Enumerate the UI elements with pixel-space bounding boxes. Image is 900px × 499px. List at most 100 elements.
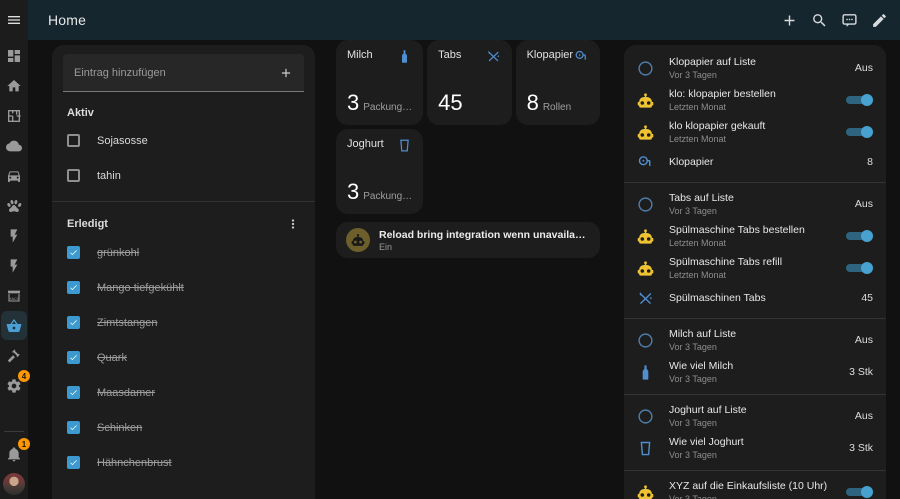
toggle-thumb <box>861 126 873 138</box>
menu-button[interactable] <box>0 0 28 40</box>
sidebar-item-view-dashboard[interactable] <box>1 41 27 70</box>
stat-card-joghurt[interactable]: Joghurt3Packung… <box>336 129 423 214</box>
stat-title: Klopapier <box>527 49 573 61</box>
entity-secondary: Letzten Monat <box>669 270 838 280</box>
item-label: Maasdamer <box>97 387 155 399</box>
list-item[interactable]: grünkohl <box>52 235 315 270</box>
sidebar-item-hammer[interactable] <box>1 341 27 370</box>
add-item-input[interactable] <box>74 67 279 79</box>
sidebar-divider <box>4 431 24 432</box>
checkbox-checked[interactable] <box>67 351 80 364</box>
checkbox-checked[interactable] <box>67 421 80 434</box>
entity-texts: Tabs auf ListeVor 3 Tagen <box>669 192 847 216</box>
toggle-switch[interactable] <box>846 126 873 139</box>
list-item[interactable]: Maasdamer <box>52 375 315 410</box>
cup-icon <box>397 138 412 153</box>
toggle-switch[interactable] <box>846 94 873 107</box>
toggle-switch[interactable] <box>846 262 873 275</box>
entity-row[interactable]: Tabs auf ListeVor 3 TagenAus <box>624 188 886 220</box>
entity-row[interactable]: XYZ auf die Einkaufsliste (10 Uhr)Vor 3 … <box>624 476 886 499</box>
toggle-switch[interactable] <box>846 230 873 243</box>
done-header-label: Erledigt <box>67 218 108 230</box>
list-item[interactable]: tahin <box>52 158 315 193</box>
pencil-icon <box>871 12 888 29</box>
entity-row[interactable]: Spülmaschinen Tabs45 <box>624 284 886 312</box>
flash-icon <box>6 258 22 274</box>
checkbox-checked[interactable] <box>67 246 80 259</box>
active-items-list: Sojasosse tahin <box>52 123 315 193</box>
assist-button[interactable] <box>841 12 858 29</box>
entity-texts: Milch auf ListeVor 3 Tagen <box>669 328 847 352</box>
stat-card-milch[interactable]: Milch3Packung… <box>336 40 423 125</box>
list-item[interactable]: Zimtstangen <box>52 305 315 340</box>
item-label: Sojasosse <box>97 135 148 147</box>
entity-secondary: Vor 3 Tagen <box>669 418 847 428</box>
sidebar-item-hacs[interactable]: HACS <box>1 281 27 310</box>
entity-row[interactable]: klo klopapier gekauftLetzten Monat <box>624 116 886 148</box>
entity-row[interactable]: Wie viel JoghurtVor 3 Tagen3 Stk <box>624 432 886 464</box>
search-button[interactable] <box>811 12 828 29</box>
checkbox-unchecked[interactable] <box>67 169 80 182</box>
automation-row-card[interactable]: Reload bring integration wenn unavailabl… <box>336 222 600 258</box>
sidebar-item-cog[interactable]: 4 <box>1 371 27 400</box>
sidebar-item-basket[interactable] <box>1 311 27 340</box>
entity-row[interactable]: klo: klopapier bestellenLetzten Monat <box>624 84 886 116</box>
done-menu-button[interactable] <box>286 217 300 231</box>
sidebar-item-bell[interactable]: 1 <box>1 439 27 468</box>
floor-plan-icon <box>6 108 22 124</box>
sidebar-item-avatar[interactable] <box>1 469 27 498</box>
entity-row[interactable]: Spülmaschine Tabs refillLetzten Monat <box>624 252 886 284</box>
sidebar-item-floor-plan[interactable] <box>1 101 27 130</box>
circle-outline-icon <box>637 408 654 425</box>
edit-button[interactable] <box>871 12 888 29</box>
add-button[interactable] <box>781 12 798 29</box>
add-item-button[interactable] <box>279 66 293 80</box>
stat-value: 8 <box>527 90 539 116</box>
entity-secondary: Letzten Monat <box>669 134 838 144</box>
entity-row[interactable]: Klopapier8 <box>624 148 886 176</box>
bottle-icon <box>397 49 412 64</box>
sidebar-item-paw[interactable] <box>1 191 27 220</box>
checkbox-checked[interactable] <box>67 281 80 294</box>
sidebar-item-home[interactable] <box>1 71 27 100</box>
sidebar-item-flash[interactable] <box>1 251 27 280</box>
entity-name: Spülmaschine Tabs bestellen <box>669 224 838 236</box>
item-label: grünkohl <box>97 247 139 259</box>
list-item[interactable]: Quark <box>52 340 315 375</box>
entity-row[interactable]: Joghurt auf ListeVor 3 TagenAus <box>624 400 886 432</box>
sidebar-item-flash[interactable] <box>1 221 27 250</box>
home-icon <box>6 78 22 94</box>
stat-card-header: Klopapier <box>527 49 589 64</box>
entity-group: Tabs auf ListeVor 3 TagenAusSpülmaschine… <box>624 182 886 312</box>
checkbox-checked[interactable] <box>67 456 80 469</box>
entity-row[interactable]: Klopapier auf ListeVor 3 TagenAus <box>624 52 886 84</box>
entity-secondary: Vor 3 Tagen <box>669 374 841 384</box>
stat-card-klopapier[interactable]: Klopapier8Rollen <box>516 40 600 125</box>
assist-icon <box>841 12 858 29</box>
list-item[interactable]: Sojasosse <box>52 123 315 158</box>
list-item[interactable]: Mango tiefgekühlt <box>52 270 315 305</box>
entity-secondary: Letzten Monat <box>669 102 838 112</box>
list-item[interactable]: Hähnchenbrust <box>52 445 315 480</box>
entity-row[interactable]: Milch auf ListeVor 3 TagenAus <box>624 324 886 356</box>
entity-row[interactable]: Spülmaschine Tabs bestellenLetzten Monat <box>624 220 886 252</box>
user-avatar <box>3 473 25 495</box>
entity-row[interactable]: Wie viel MilchVor 3 Tagen3 Stk <box>624 356 886 388</box>
entity-state: Aus <box>855 410 873 422</box>
sidebar-item-cloud[interactable] <box>1 131 27 160</box>
checkbox-checked[interactable] <box>67 316 80 329</box>
checkbox-checked[interactable] <box>67 386 80 399</box>
sidebar-item-car[interactable] <box>1 161 27 190</box>
entity-state: 8 <box>867 156 873 168</box>
entity-texts: XYZ auf die Einkaufsliste (10 Uhr)Vor 3 … <box>669 480 838 499</box>
list-item[interactable]: Schinken <box>52 410 315 445</box>
stat-card-header: Tabs <box>438 49 500 64</box>
stat-card-tabs[interactable]: Tabs45 <box>427 40 511 125</box>
entity-name: Wie viel Joghurt <box>669 436 841 448</box>
dashboard-view: Aktiv Sojasossetahin Erledigt grünkohlMa… <box>28 40 900 499</box>
hacs-icon: HACS <box>6 288 22 304</box>
robot-icon <box>637 92 654 109</box>
cloud-icon <box>6 138 22 154</box>
toggle-switch[interactable] <box>846 486 873 499</box>
checkbox-unchecked[interactable] <box>67 134 80 147</box>
